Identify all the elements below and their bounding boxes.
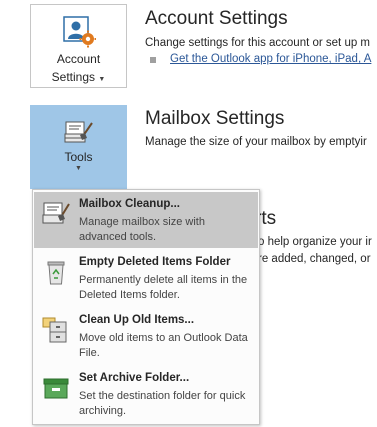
archive-cabinet-icon — [40, 314, 72, 346]
bullet-icon — [150, 57, 156, 63]
account-settings-button[interactable]: Account Settings ▼ — [30, 4, 127, 88]
account-settings-title: Account Settings — [145, 8, 288, 29]
account-settings-label-line2: Settings ▼ — [51, 70, 106, 84]
rules-alerts-desc-line1-partial: o help organize your ir — [258, 236, 372, 248]
tools-button[interactable]: Tools ▼ — [30, 105, 127, 189]
account-settings-label-line1: Account — [56, 52, 101, 66]
menu-item-description: Set the destination folder for quick arc… — [79, 390, 246, 417]
account-settings-icon — [62, 15, 96, 49]
mailbox-settings-description: Manage the size of your mailbox by empty… — [145, 136, 367, 148]
menu-item-set-archive-folder[interactable]: Set Archive Folder... Set the destinatio… — [34, 366, 258, 422]
tools-icon — [63, 118, 95, 148]
menu-item-clean-up-old-items[interactable]: Clean Up Old Items... Move old items to … — [34, 308, 258, 364]
outlook-app-link[interactable]: Get the Outlook app for iPhone, iPad, A — [170, 53, 371, 65]
menu-item-description: Permanently delete all items in the Dele… — [79, 274, 248, 301]
dropdown-caret-icon: ▼ — [98, 76, 106, 83]
mailbox-cleanup-icon — [40, 198, 72, 230]
archive-folder-icon — [40, 372, 72, 404]
menu-item-mailbox-cleanup[interactable]: Mailbox Cleanup... Manage mailbox size w… — [34, 192, 258, 248]
menu-item-title: Set Archive Folder... — [79, 372, 190, 384]
recycle-bin-icon — [40, 256, 72, 288]
menu-item-description: Manage mailbox size with advanced tools. — [79, 216, 205, 243]
menu-item-title: Clean Up Old Items... — [79, 314, 195, 326]
rules-alerts-desc-line2-partial: re added, changed, or — [258, 253, 371, 265]
mailbox-settings-title: Mailbox Settings — [145, 108, 285, 129]
menu-item-title: Empty Deleted Items Folder — [79, 256, 231, 268]
menu-item-description: Move old items to an Outlook Data File. — [79, 332, 248, 359]
tools-label: Tools — [64, 150, 93, 164]
tools-dropdown-menu: Mailbox Cleanup... Manage mailbox size w… — [32, 189, 260, 425]
menu-item-title: Mailbox Cleanup... — [79, 198, 180, 210]
menu-item-empty-deleted-items[interactable]: Empty Deleted Items Folder Permanently d… — [34, 250, 258, 306]
dropdown-caret-icon: ▼ — [75, 165, 82, 172]
account-settings-description: Change settings for this account or set … — [145, 37, 371, 49]
